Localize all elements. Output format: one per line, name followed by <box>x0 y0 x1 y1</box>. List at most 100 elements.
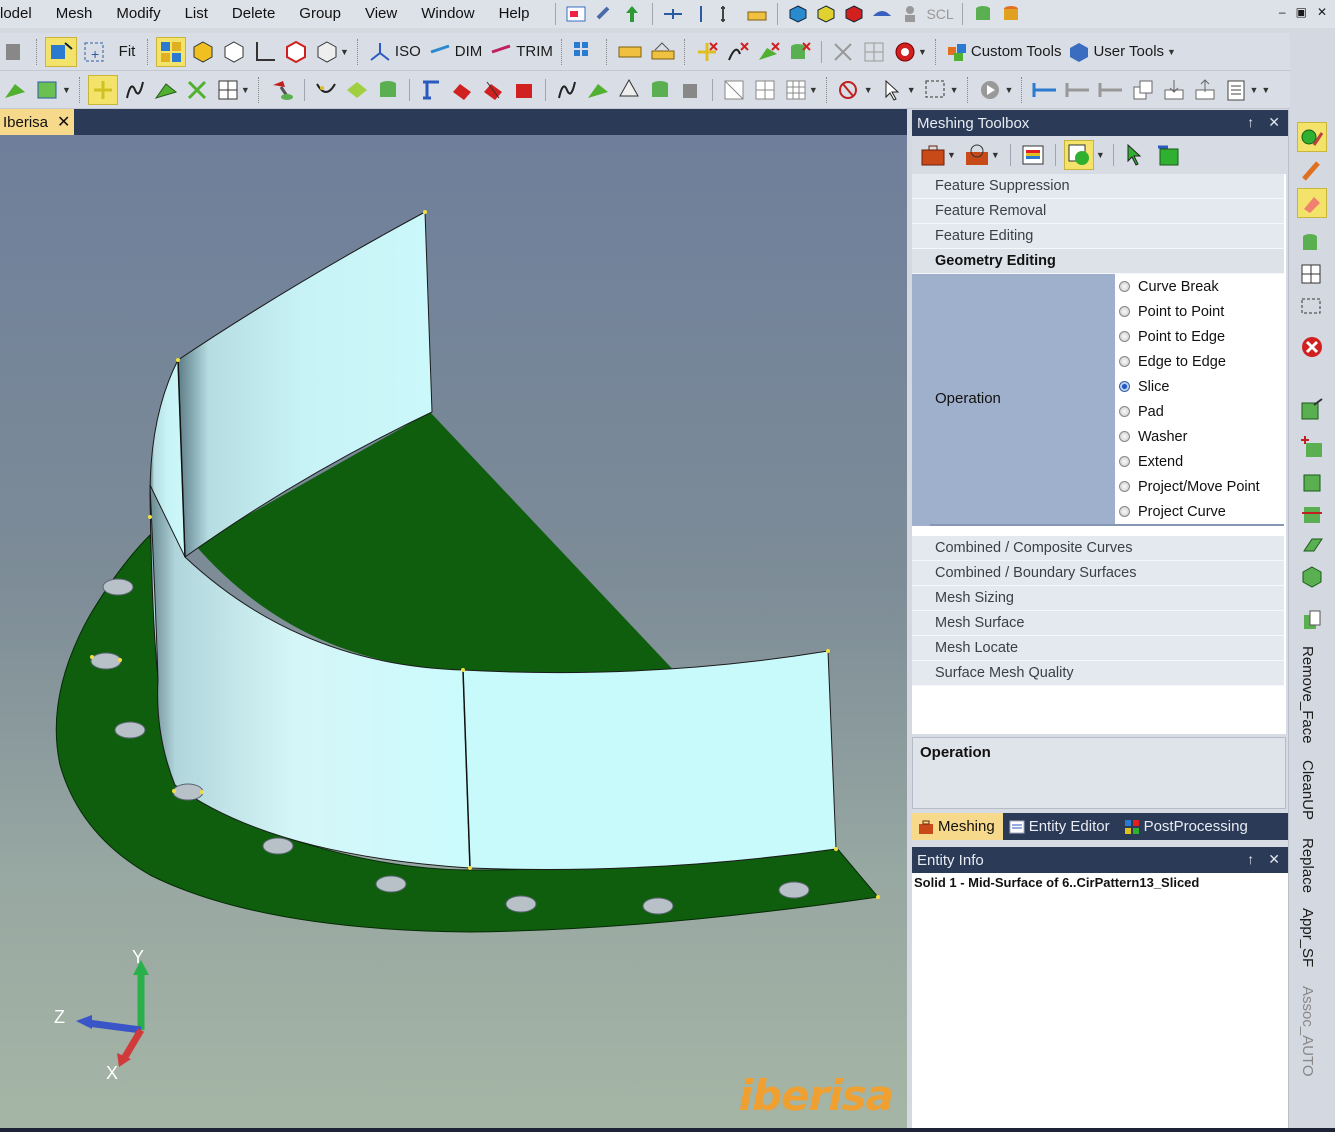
no-select-icon[interactable]: ▼ <box>835 75 875 105</box>
split-volume-icon[interactable] <box>374 75 402 105</box>
imprint-icon[interactable] <box>417 75 445 105</box>
create-intersect-icon[interactable] <box>183 75 211 105</box>
create-grid-icon[interactable]: ▼ <box>214 75 252 105</box>
menu-group[interactable]: Group <box>287 0 353 28</box>
measure-h-icon[interactable] <box>661 3 685 25</box>
trim-button[interactable]: TRIM <box>487 37 555 67</box>
sidebar-add-volume-icon[interactable] <box>1297 432 1327 462</box>
radio-icon[interactable] <box>1119 406 1130 417</box>
toolbar-grip[interactable] <box>78 76 82 103</box>
section-feature-suppression[interactable]: Feature Suppression <box>912 174 1284 199</box>
toolbox-target-icon[interactable]: ▼ <box>962 140 1002 170</box>
arrow-up-icon[interactable] <box>620 3 644 25</box>
sidebar-cube-icon[interactable] <box>1297 562 1327 592</box>
sidebar-cancel-icon[interactable] <box>1297 332 1327 362</box>
toolbar-grip[interactable] <box>36 38 39 65</box>
sidebar-point-icon[interactable] <box>1297 122 1327 152</box>
rotate-view-icon[interactable] <box>45 36 77 67</box>
menu-list[interactable]: List <box>173 0 220 28</box>
section-mesh-sizing[interactable]: Mesh Sizing <box>912 586 1284 611</box>
iso-button[interactable]: ISO <box>366 37 423 67</box>
menu-delete[interactable]: Delete <box>220 0 287 28</box>
link-icon[interactable] <box>592 3 616 25</box>
toolbar-grip[interactable] <box>966 76 970 103</box>
sidebar-appr-sf-label[interactable]: Appr_SF <box>1299 908 1316 967</box>
radio-icon[interactable] <box>1119 431 1130 442</box>
radio-icon[interactable] <box>1119 356 1130 367</box>
layers-icon[interactable] <box>1129 75 1157 105</box>
radio-project-move-point[interactable]: Project/Move Point <box>1115 474 1286 499</box>
toolbar-overflow[interactable]: ▼ <box>1167 47 1176 57</box>
close-panel-icon[interactable]: ✕ <box>1268 114 1280 131</box>
cube-hidden-icon[interactable]: ▼ <box>313 37 351 67</box>
menu-help[interactable]: Help <box>487 0 542 28</box>
screenshot-icon[interactable] <box>564 3 588 25</box>
fit-button[interactable]: Fit <box>113 37 141 67</box>
axis-view-icon[interactable] <box>251 37 279 67</box>
menu-model[interactable]: lodel <box>0 0 44 28</box>
toolbox-geometry-icon[interactable] <box>1063 140 1094 170</box>
ruler-icon[interactable] <box>745 3 769 25</box>
beam-icon[interactable] <box>1030 75 1060 105</box>
radio-selected-icon[interactable] <box>1119 381 1130 392</box>
curve-tool-icon[interactable] <box>553 75 581 105</box>
sidebar-select-box-icon[interactable] <box>1297 292 1327 322</box>
menu-mesh[interactable]: Mesh <box>44 0 105 28</box>
select-pointer-icon[interactable]: ▼ <box>878 75 918 105</box>
toolbar-grip[interactable] <box>683 38 687 65</box>
tab-entity-editor[interactable]: Entity Editor <box>1003 813 1118 840</box>
section-surface-mesh-quality[interactable]: Surface Mesh Quality <box>912 661 1284 686</box>
radio-washer[interactable]: Washer <box>1115 424 1286 449</box>
orbit-icon[interactable] <box>2 37 30 67</box>
webcut-icon[interactable] <box>448 75 476 105</box>
close-panel-icon[interactable]: ✕ <box>1268 851 1280 868</box>
section-feature-removal[interactable]: Feature Removal <box>912 199 1284 224</box>
grid-icon[interactable] <box>570 37 600 67</box>
sidebar-assoc-auto-label[interactable]: Assoc_AUTO <box>1299 986 1316 1077</box>
menu-modify[interactable]: Modify <box>104 0 172 28</box>
mesh-fine-icon[interactable]: ▼ <box>782 75 820 105</box>
beam-gray-icon[interactable] <box>1063 75 1093 105</box>
toolbox-dropdown[interactable]: ▼ <box>1096 150 1105 160</box>
sidebar-volume-face-icon[interactable] <box>1297 466 1327 496</box>
sidebar-replace-label[interactable]: Replace <box>1299 838 1316 893</box>
sidebar-pencil-icon[interactable] <box>1297 156 1327 186</box>
toolbox-color-icon[interactable] <box>1019 140 1047 170</box>
measure-ruler-icon[interactable] <box>615 37 645 67</box>
cube-multi-icon[interactable] <box>814 3 838 25</box>
minimize-button[interactable]: – <box>1279 5 1286 19</box>
radio-icon[interactable] <box>1119 331 1130 342</box>
sidebar-edit-volume-icon[interactable] <box>1297 394 1327 424</box>
toolbox-briefcase-icon[interactable]: ▼ <box>918 140 958 170</box>
close-tab-icon[interactable]: ✕ <box>57 112 70 132</box>
delete-all-icon[interactable] <box>829 37 857 67</box>
import-icon[interactable] <box>1160 75 1188 105</box>
menu-view[interactable]: View <box>353 0 409 28</box>
sidebar-volume-icon[interactable] <box>1297 228 1327 258</box>
section-feature-editing[interactable]: Feature Editing <box>912 224 1284 249</box>
car-icon[interactable] <box>870 3 894 25</box>
select-box-icon[interactable]: ▼ <box>921 75 961 105</box>
toolbar-grip[interactable] <box>356 38 360 65</box>
radio-point-to-edge[interactable]: Point to Edge <box>1115 324 1286 349</box>
beam-gray2-icon[interactable] <box>1096 75 1126 105</box>
section-mesh-locate[interactable]: Mesh Locate <box>912 636 1284 661</box>
hammer-icon[interactable] <box>267 75 297 105</box>
surface-check-icon[interactable] <box>2 75 30 105</box>
surface-tool-icon[interactable] <box>584 75 612 105</box>
delete-mesh-icon[interactable] <box>860 37 888 67</box>
volume-tool-icon[interactable] <box>646 75 674 105</box>
cube-color-icon[interactable] <box>786 3 810 25</box>
document-tab[interactable]: Iberisa ✕ <box>0 109 74 135</box>
measure-v-icon[interactable] <box>689 3 713 25</box>
custom-tools-button[interactable]: Custom Tools <box>944 37 1064 67</box>
cube-shaded-icon[interactable] <box>189 37 217 67</box>
radio-icon[interactable] <box>1119 481 1130 492</box>
webcut-sheet-icon[interactable] <box>510 75 538 105</box>
close-button[interactable]: ✕ <box>1317 5 1327 19</box>
surface-merge-icon[interactable]: ▼ <box>33 75 73 105</box>
four-view-icon[interactable] <box>156 36 186 67</box>
measure-angle-icon[interactable] <box>648 37 678 67</box>
create-curve-icon[interactable] <box>121 75 149 105</box>
section-combined-composite-curves[interactable]: Combined / Composite Curves <box>912 536 1284 561</box>
